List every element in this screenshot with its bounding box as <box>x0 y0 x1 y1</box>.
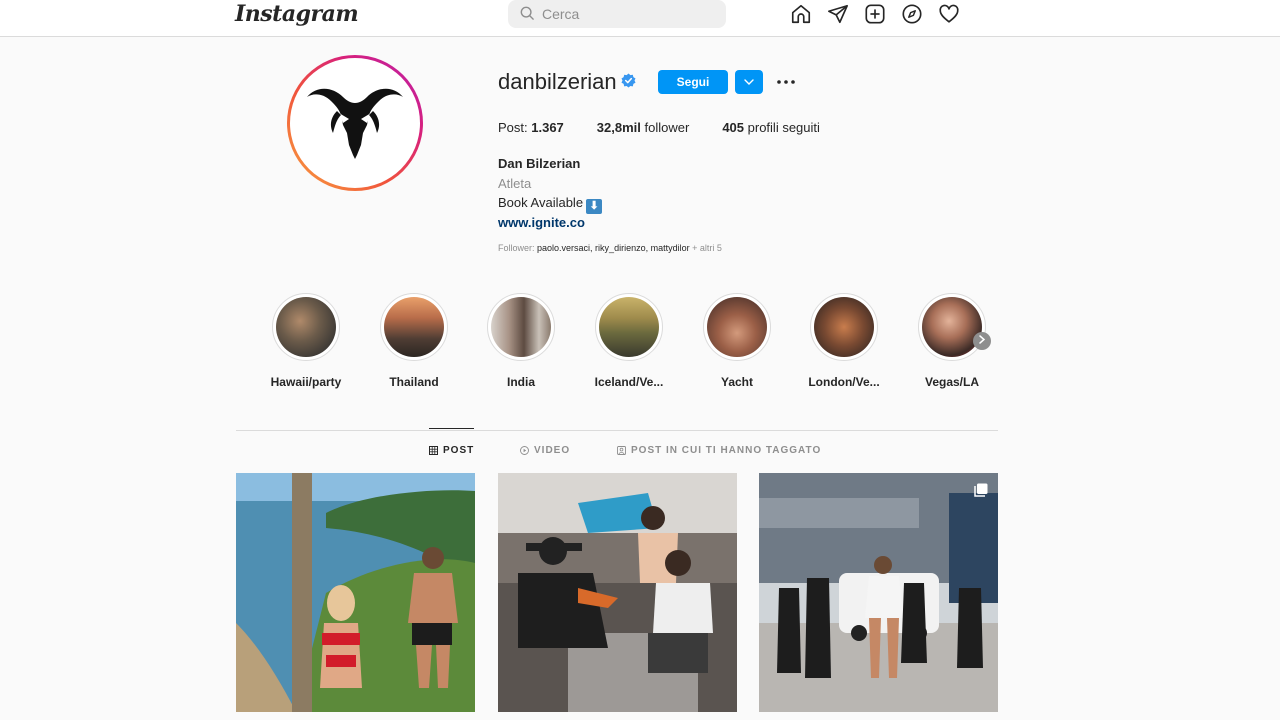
tab-tagged-label: Post in cui ti hanno taggato <box>631 444 822 456</box>
highlight-cover <box>487 293 555 361</box>
posts-count: 1.367 <box>531 120 564 135</box>
new-post-icon[interactable] <box>864 3 886 25</box>
chevron-down-icon <box>744 79 754 85</box>
video-icon <box>520 445 529 455</box>
highlights-next-button[interactable] <box>973 332 991 350</box>
profile-category: Atleta <box>498 176 532 191</box>
tab-video-label: Video <box>534 444 571 456</box>
followers-count: 32,8mil <box>596 120 641 135</box>
highlight-image <box>599 297 659 357</box>
followers-label: follower <box>644 120 690 135</box>
highlight-label: Yacht <box>720 375 753 389</box>
highlight-item[interactable]: Thailand <box>364 293 464 389</box>
followed-by-names: paolo.versaci, riky_dirienzo, mattydilor <box>537 243 690 253</box>
post-thumbnail[interactable] <box>236 473 475 712</box>
profile-stats: Post: 1.367 32,8mil follower 405 profili… <box>498 120 853 135</box>
multiple-photos-icon <box>974 483 988 497</box>
highlight-image <box>814 297 874 357</box>
followed-by-more: + altri 5 <box>692 243 722 253</box>
post-image <box>236 473 475 712</box>
followers-stat[interactable]: 32,8mil follower <box>597 120 690 135</box>
highlight-item[interactable]: Hawaii/party <box>256 293 356 389</box>
highlight-item[interactable]: London/Ve... <box>794 293 894 389</box>
verified-badge-icon <box>621 73 636 88</box>
followed-by-prefix: Follower: <box>498 243 535 253</box>
profile-bio: Book Available ⬇ <box>498 195 603 214</box>
posts-stat: Post: 1.367 <box>498 120 564 135</box>
post-image <box>759 473 998 712</box>
highlight-cover <box>380 293 448 361</box>
home-icon[interactable] <box>790 3 812 25</box>
tab-posts-label: Post <box>443 445 475 456</box>
bio-text: Book Available <box>498 195 584 210</box>
profile-full-name: Dan Bilzerian <box>498 156 581 171</box>
highlight-label: India <box>506 375 535 389</box>
goat-skull-logo <box>307 88 403 159</box>
avatar-image <box>290 58 420 188</box>
highlight-item[interactable]: India <box>471 293 571 389</box>
following-label: profili seguiti <box>747 120 820 135</box>
highlight-cover <box>810 293 878 361</box>
following-count: 405 <box>722 120 745 135</box>
followed-by[interactable]: Follower: paolo.versaci, riky_dirienzo, … <box>498 243 722 253</box>
profile-avatar[interactable] <box>287 55 423 191</box>
follow-button[interactable]: Segui <box>658 70 728 94</box>
following-stat[interactable]: 405 profili seguiti <box>722 120 820 135</box>
top-nav: Instagram <box>0 0 1280 37</box>
highlight-image <box>707 297 767 357</box>
explore-icon[interactable] <box>901 3 923 25</box>
more-options-icon[interactable] <box>776 72 796 92</box>
highlight-label: London/Ve... <box>808 375 880 389</box>
search-input[interactable] <box>542 4 712 24</box>
post-image <box>498 473 737 712</box>
highlight-label: Hawaii/party <box>270 375 342 389</box>
profile-website-link[interactable]: www.ignite.co <box>498 215 585 230</box>
posts-label: Post: <box>498 120 528 135</box>
highlight-cover <box>595 293 663 361</box>
highlight-image <box>384 297 444 357</box>
post-thumbnail[interactable] <box>498 473 737 712</box>
nav-icons <box>790 3 960 25</box>
search-icon <box>520 6 534 20</box>
tab-posts[interactable]: Post <box>429 428 475 472</box>
profile-username: danbilzerian <box>498 69 617 94</box>
highlight-item[interactable]: Yacht <box>687 293 787 389</box>
tagged-icon <box>617 445 626 455</box>
down-arrow-emoji-icon: ⬇ <box>586 199 603 214</box>
highlight-label: Iceland/Ve... <box>594 375 664 389</box>
direct-message-icon[interactable] <box>827 3 849 25</box>
tab-tagged[interactable]: Post in cui ti hanno taggato <box>617 428 821 472</box>
highlight-image <box>922 297 982 357</box>
highlight-cover <box>918 293 986 361</box>
highlight-cover <box>272 293 340 361</box>
grid-icon <box>429 446 438 455</box>
highlight-label: Thailand <box>389 375 439 389</box>
post-thumbnail[interactable] <box>759 473 998 712</box>
suggested-accounts-button[interactable] <box>735 70 763 94</box>
search-box[interactable] <box>508 0 726 28</box>
tab-video[interactable]: Video <box>520 428 570 472</box>
highlight-image <box>491 297 551 357</box>
highlight-cover <box>703 293 771 361</box>
highlight-item[interactable]: Iceland/Ve... <box>579 293 679 389</box>
instagram-logo[interactable]: Instagram <box>235 1 359 27</box>
highlight-label: Vegas/LA <box>924 375 980 389</box>
chevron-right-icon <box>979 335 986 344</box>
highlight-image <box>276 297 336 357</box>
activity-heart-icon[interactable] <box>938 3 960 25</box>
